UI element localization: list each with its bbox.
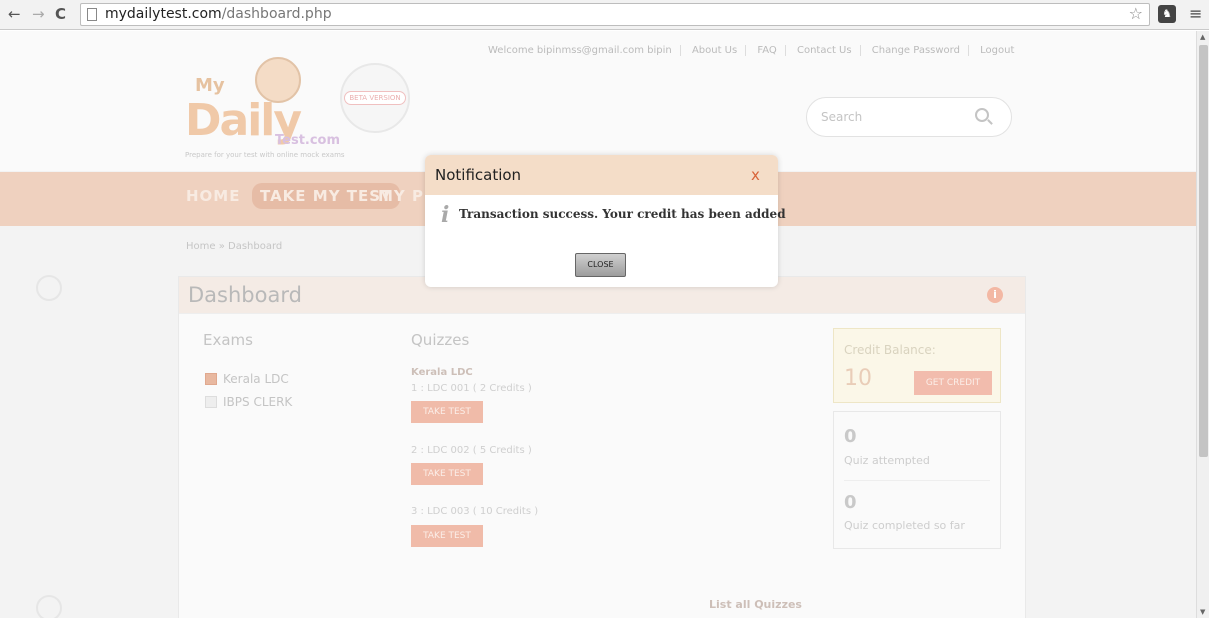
side-circle-icon <box>36 275 62 301</box>
search-box[interactable]: Search <box>806 97 1012 137</box>
quiz-label: 2 : LDC 002 ( 5 Credits ) <box>411 445 532 456</box>
exam-item[interactable]: IBPS CLERK <box>205 395 292 409</box>
quiz-completed-value: 0 <box>844 492 857 513</box>
page-icon <box>87 8 97 21</box>
url-path: /dashboard.php <box>221 6 332 22</box>
beta-badge-icon: BETA VERSION <box>340 63 410 133</box>
quiz-completed-label: Quiz completed so far <box>844 519 965 532</box>
modal-header: Notification x <box>425 155 778 195</box>
quiz-label: 1 : LDC 001 ( 2 Credits ) <box>411 383 532 394</box>
bookmark-star-icon[interactable]: ☆ <box>1129 4 1143 23</box>
dashboard-panel: Dashboard i Exams Kerala LDC IBPS CLERK … <box>178 276 1026 618</box>
close-icon[interactable]: x <box>751 166 760 184</box>
credit-balance-value: 10 <box>844 366 872 391</box>
quiz-label: 3 : LDC 003 ( 10 Credits ) <box>411 506 539 517</box>
site-header: Welcome bipinmss@gmail.com bipin About U… <box>0 31 1196 171</box>
take-test-button[interactable]: TAKE TEST <box>411 525 483 547</box>
logo-tagline: Prepare for your test with online mock e… <box>185 151 345 159</box>
logo-testcom: Test.com <box>275 133 341 148</box>
take-test-button[interactable]: TAKE TEST <box>411 401 483 423</box>
quizzes-heading: Quizzes <box>411 331 470 349</box>
info-icon: i <box>441 202 450 228</box>
credit-balance-box: Credit Balance: 10 GET CREDIT <box>833 328 1001 403</box>
info-icon[interactable]: i <box>987 287 1003 303</box>
extension-icon[interactable]: ♞ <box>1158 5 1176 23</box>
credit-balance-label: Credit Balance: <box>844 343 936 357</box>
exam-label: Kerala LDC <box>223 372 289 386</box>
quiz-stats-box: 0 Quiz attempted 0 Quiz completed so far <box>833 411 1001 549</box>
quiz-attempted-value: 0 <box>844 426 857 447</box>
stats-divider <box>844 480 990 481</box>
page-viewport: Welcome bipinmss@gmail.com bipin About U… <box>0 31 1196 618</box>
url-domain: mydailytest.com <box>105 6 222 22</box>
exams-heading: Exams <box>203 331 253 349</box>
menu-icon[interactable]: ≡ <box>1189 4 1202 23</box>
take-test-button[interactable]: TAKE TEST <box>411 463 483 485</box>
list-all-quizzes-link[interactable]: List all Quizzes <box>709 598 802 611</box>
contact-us-link[interactable]: Contact Us <box>796 45 861 56</box>
breadcrumb[interactable]: Home » Dashboard <box>186 241 282 252</box>
get-credit-button[interactable]: GET CREDIT <box>914 371 992 395</box>
quiz-attempted-label: Quiz attempted <box>844 454 930 467</box>
beta-badge-label: BETA VERSION <box>344 91 406 105</box>
site-logo[interactable]: My Daily Test.com Prepare for your test … <box>185 53 415 163</box>
checkbox-checked-icon[interactable] <box>205 373 217 385</box>
url-text[interactable]: mydailytest.com/dashboard.php <box>105 6 332 22</box>
dashboard-title: Dashboard <box>188 283 302 307</box>
exam-item[interactable]: Kerala LDC <box>205 372 289 386</box>
modal-message: Transaction success. Your credit has bee… <box>459 207 786 221</box>
logout-link[interactable]: Logout <box>980 45 1022 56</box>
side-circle-icon <box>36 595 62 618</box>
forward-icon[interactable]: → <box>32 6 45 22</box>
search-icon[interactable] <box>975 108 989 122</box>
browser-toolbar: ← → C mydailytest.com/dashboard.php ☆ ♞ … <box>0 0 1209 30</box>
back-icon[interactable]: ← <box>8 6 21 22</box>
nav-home[interactable]: HOME <box>186 187 240 205</box>
about-us-link[interactable]: About Us <box>691 45 747 56</box>
change-password-link[interactable]: Change Password <box>871 45 969 56</box>
scroll-up-icon[interactable]: ▲ <box>1200 33 1205 41</box>
quiz-group-title: Kerala LDC <box>411 367 473 378</box>
exam-label: IBPS CLERK <box>223 395 293 409</box>
notification-modal: Notification x i Transaction success. Yo… <box>425 155 786 287</box>
logo-my: My <box>195 75 225 96</box>
welcome-text: Welcome bipinmss@gmail.com bipin <box>488 45 681 56</box>
checkbox-unchecked-icon[interactable] <box>205 396 217 408</box>
close-button[interactable]: CLOSE <box>575 253 626 277</box>
search-placeholder: Search <box>821 110 863 124</box>
scroll-down-icon[interactable]: ▼ <box>1200 608 1205 616</box>
scrollbar-thumb[interactable] <box>1199 45 1208 457</box>
reload-icon[interactable]: C <box>55 6 66 22</box>
page-scrollbar[interactable]: ▲ ▼ <box>1196 31 1209 618</box>
faq-link[interactable]: FAQ <box>757 45 786 56</box>
top-links: Welcome bipinmss@gmail.com bipin About U… <box>488 45 1030 56</box>
modal-title: Notification <box>435 166 522 184</box>
address-bar[interactable]: mydailytest.com/dashboard.php ☆ <box>80 3 1150 26</box>
